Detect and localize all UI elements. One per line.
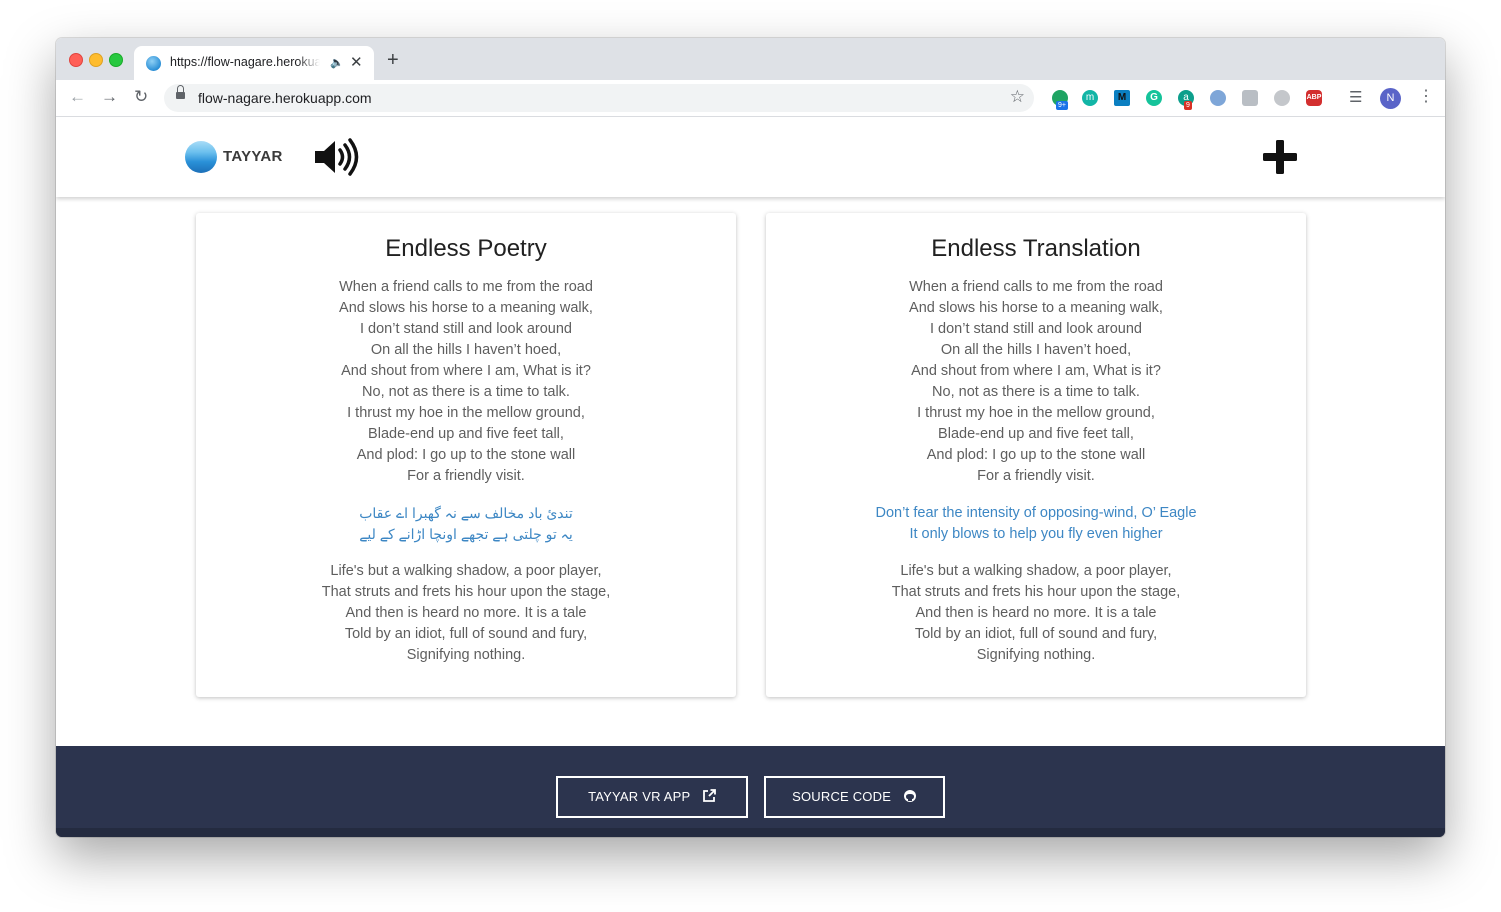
minimize-window-button[interactable] — [89, 53, 103, 67]
tab-audio-icon[interactable]: 🔈 — [330, 56, 344, 69]
poem-line: When a friend calls to me from the road — [339, 279, 593, 295]
extension-gray-icon[interactable] — [1242, 90, 1258, 106]
poem-line: And slows his horse to a meaning walk, — [909, 300, 1163, 316]
poem-line: That struts and frets his hour upon the … — [321, 584, 611, 600]
extension-m-square-icon[interactable]: M — [1114, 90, 1130, 106]
github-icon — [903, 790, 916, 802]
urdu-line: یہ تو چلتی ہے تجھے اونچا اڑانے کے لیے — [359, 526, 573, 542]
browser-menu-icon[interactable]: ⋮ — [1418, 88, 1434, 106]
poem-line: I don’t stand still and look around — [360, 321, 572, 337]
add-plus-icon[interactable] — [1260, 137, 1300, 177]
poem-line: Blade-end up and five feet tall, — [368, 426, 564, 442]
poem-line: For a friendly visit. — [977, 468, 1095, 484]
translated-verse: Don’t fear the intensity of opposing-win… — [766, 503, 1306, 545]
vr-button-label: TAYYAR VR APP — [588, 789, 691, 804]
tab-strip: https://flow-nagare.herokuapp.com 🔈 ✕ + — [56, 38, 1445, 80]
reload-icon[interactable]: ↻ — [134, 87, 148, 107]
poem-line: I thrust my hoe in the mellow ground, — [347, 405, 585, 421]
poem-stanza: When a friend calls to me from the road … — [196, 277, 736, 487]
poem-line: That struts and frets his hour upon the … — [891, 584, 1181, 600]
poem-line: On all the hills I haven’t hoed, — [370, 342, 562, 358]
speaker-volume-icon[interactable] — [313, 137, 361, 177]
browser-window: https://flow-nagare.herokuapp.com 🔈 ✕ + … — [56, 38, 1445, 837]
grammarly-icon[interactable]: G — [1146, 90, 1162, 106]
poem-line: Life's but a walking shadow, a poor play… — [900, 563, 1172, 579]
poem-line: Blade-end up and five feet tall, — [938, 426, 1134, 442]
urdu-line: تندئ باد مخالف سے نہ گھبرا اے عقاب — [359, 505, 573, 521]
bookmark-star-icon[interactable]: ☆ — [1010, 87, 1025, 107]
address-bar[interactable]: flow-nagare.herokuapp.com ☆ — [164, 84, 1034, 112]
extension-m-icon[interactable]: m — [1082, 90, 1098, 106]
poem-line: Signifying nothing. — [406, 647, 526, 663]
translation-line: It only blows to help you fly even highe… — [909, 526, 1163, 542]
poem-line: And shout from where I am, What is it? — [911, 363, 1161, 379]
card-title: Endless Poetry — [385, 235, 547, 262]
poem-line: And slows his horse to a meaning walk, — [339, 300, 593, 316]
close-window-button[interactable] — [69, 53, 83, 67]
poem-line: For a friendly visit. — [407, 468, 525, 484]
poem-line: And then is heard no more. It is a tale — [915, 605, 1157, 621]
tab-close-icon[interactable]: ✕ — [350, 53, 363, 71]
site-favicon-icon — [146, 56, 161, 71]
url-text[interactable]: flow-nagare.herokuapp.com — [198, 90, 372, 106]
web-page: TAYYAR Endless Poetry When a friend call… — [56, 117, 1445, 837]
translation-line: Don’t fear the intensity of opposing-win… — [875, 505, 1197, 521]
poem-line: And then is heard no more. It is a tale — [345, 605, 587, 621]
external-link-icon — [703, 789, 716, 802]
new-tab-button[interactable]: + — [387, 50, 399, 70]
urdu-verse: تندئ باد مخالف سے نہ گھبرا اے عقاب یہ تو… — [196, 503, 736, 545]
tayyar-logo-icon[interactable] — [185, 141, 217, 173]
poem-line: And plod: I go up to the stone wall — [926, 447, 1146, 463]
page-footer: TAYYAR VR APP SOURCE CODE — [56, 746, 1445, 837]
poem-line: Signifying nothing. — [976, 647, 1096, 663]
extension-badge: 9+ — [1056, 101, 1068, 110]
tab-title: https://flow-nagare.herokuapp.com — [170, 55, 320, 69]
browser-tab[interactable]: https://flow-nagare.herokuapp.com 🔈 ✕ — [134, 46, 374, 80]
poem-line: Told by an idiot, full of sound and fury… — [344, 626, 588, 642]
source-code-button[interactable]: SOURCE CODE — [764, 776, 945, 818]
poem-line: When a friend calls to me from the road — [909, 279, 1163, 295]
poem-line: Life's but a walking shadow, a poor play… — [330, 563, 602, 579]
forward-arrow-icon[interactable]: → — [101, 87, 118, 107]
poem-line: Told by an idiot, full of sound and fury… — [914, 626, 1158, 642]
card-title: Endless Translation — [931, 235, 1141, 262]
poem-line: I thrust my hoe in the mellow ground, — [917, 405, 1155, 421]
maximize-window-button[interactable] — [109, 53, 123, 67]
browser-toolbar: ← → ↻ flow-nagare.herokuapp.com ☆ 9+ m M… — [56, 80, 1445, 117]
logo-text[interactable]: TAYYAR — [223, 148, 283, 165]
media-playlist-icon[interactable]: ☰ — [1349, 88, 1362, 106]
tayyar-vr-app-button[interactable]: TAYYAR VR APP — [556, 776, 748, 818]
poem-stanza: Life's but a walking shadow, a poor play… — [196, 561, 736, 666]
poem-line: And shout from where I am, What is it? — [341, 363, 591, 379]
extension-blue-circle-icon[interactable] — [1210, 90, 1226, 106]
poem-line: No, not as there is a time to talk. — [932, 384, 1140, 400]
poem-stanza: Life's but a walking shadow, a poor play… — [766, 561, 1306, 666]
lock-icon[interactable] — [176, 85, 185, 99]
back-arrow-icon[interactable]: ← — [69, 87, 86, 107]
source-button-label: SOURCE CODE — [792, 789, 892, 804]
poem-line: And plod: I go up to the stone wall — [356, 447, 576, 463]
poem-line: On all the hills I haven’t hoed, — [940, 342, 1132, 358]
poem-line: No, not as there is a time to talk. — [362, 384, 570, 400]
poem-stanza: When a friend calls to me from the road … — [766, 277, 1306, 487]
app-header: TAYYAR — [56, 117, 1445, 197]
adblock-icon[interactable]: ABP — [1306, 90, 1322, 106]
extension-badge-count: 9 — [1184, 101, 1192, 110]
extension-compass-icon[interactable] — [1274, 90, 1290, 106]
profile-avatar[interactable]: N — [1380, 88, 1401, 109]
translation-card: Endless Translation When a friend calls … — [766, 213, 1306, 697]
poem-line: I don’t stand still and look around — [930, 321, 1142, 337]
poetry-card: Endless Poetry When a friend calls to me… — [196, 213, 736, 697]
footer-bottom-bar — [56, 828, 1445, 837]
